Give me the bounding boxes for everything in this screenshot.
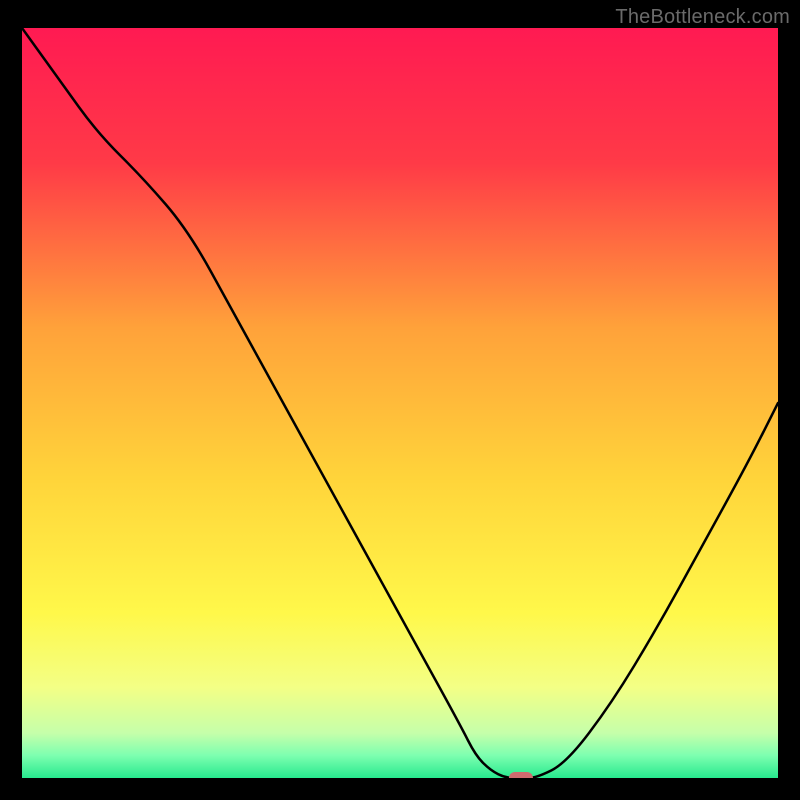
chart-container: TheBottleneck.com (0, 0, 800, 800)
plot-svg (22, 28, 778, 778)
plot-area (22, 28, 778, 778)
gradient-background (22, 28, 778, 778)
watermark-label: TheBottleneck.com (615, 6, 790, 29)
optimal-point-marker (509, 772, 533, 778)
